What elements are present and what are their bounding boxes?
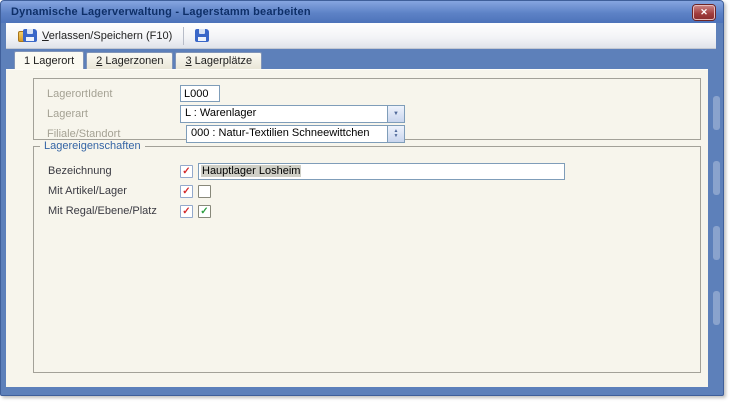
lagerortident-input[interactable] <box>180 85 220 102</box>
filiale-label: Filiale/Standort <box>47 128 180 140</box>
lagereigenschaften-groupbox: Lagereigenschaften Bezeichnung ✓ Hauptla… <box>33 146 701 373</box>
groupbox-title: Lagereigenschaften <box>40 140 145 152</box>
mit-regal-checkbox[interactable]: ✓ <box>198 205 211 218</box>
tab-page-lagerort: LagerortIdent Lagerart L : Warenlager ▼ … <box>6 69 708 387</box>
mit-regal-label: Mit Regal/Ebene/Platz <box>48 205 180 217</box>
app-window: Dynamische Lagerverwaltung - Lagerstamm … <box>0 0 724 396</box>
spinner-button[interactable]: ▲ ▼ <box>387 126 404 142</box>
toolbar-separator <box>183 27 184 45</box>
identification-groupbox: LagerortIdent Lagerart L : Warenlager ▼ … <box>33 78 701 140</box>
border-highlight <box>713 161 720 195</box>
filiale-value: 000 : Natur-Textilien Schneewittchen <box>187 126 387 142</box>
close-button[interactable]: ✕ <box>693 5 715 20</box>
exit-save-button[interactable]: Verlassen/Speichern (F10) <box>12 25 178 46</box>
bezeichnung-input[interactable]: Hauptlager Losheim <box>198 163 565 180</box>
field-modified-check-icon[interactable]: ✓ <box>180 165 193 178</box>
mit-artikel-label: Mit Artikel/Lager <box>48 185 180 197</box>
lagerortident-label: LagerortIdent <box>47 88 180 100</box>
window-title: Dynamische Lagerverwaltung - Lagerstamm … <box>11 6 311 18</box>
lagerart-value: L : Warenlager <box>181 106 387 122</box>
save-button[interactable] <box>189 25 215 46</box>
chevron-down-icon: ▼ <box>393 111 399 117</box>
lagerart-label: Lagerart <box>47 108 180 120</box>
dropdown-button[interactable]: ▼ <box>387 106 404 122</box>
border-highlight <box>713 96 720 130</box>
toolbar: Verlassen/Speichern (F10) <box>6 23 716 49</box>
floppy-exit-save-icon <box>18 29 37 43</box>
border-highlight <box>713 226 720 260</box>
floppy-save-icon <box>195 29 209 42</box>
spinner-down-icon: ▼ <box>394 134 399 139</box>
lagerart-dropdown[interactable]: L : Warenlager ▼ <box>180 105 405 123</box>
exit-save-label: Verlassen/Speichern (F10) <box>42 30 172 42</box>
border-highlight <box>713 291 720 325</box>
field-modified-check-icon[interactable]: ✓ <box>180 185 193 198</box>
tab-strip: 1 Lagerort 2 Lagerzonen 3 Lagerplätze <box>6 51 708 69</box>
bezeichnung-value: Hauptlager Losheim <box>201 165 301 177</box>
mit-artikel-checkbox[interactable] <box>198 185 211 198</box>
tab-lagerort[interactable]: 1 Lagerort <box>14 51 84 69</box>
bezeichnung-label: Bezeichnung <box>48 165 180 177</box>
filiale-spinner[interactable]: 000 : Natur-Textilien Schneewittchen ▲ ▼ <box>186 125 405 143</box>
tab-lagerzonen[interactable]: 2 Lagerzonen <box>86 52 173 69</box>
field-modified-check-icon[interactable]: ✓ <box>180 205 193 218</box>
tab-lagerplaetze[interactable]: 3 Lagerplätze <box>175 52 262 69</box>
titlebar: Dynamische Lagerverwaltung - Lagerstamm … <box>1 1 723 23</box>
close-icon: ✕ <box>700 7 708 17</box>
